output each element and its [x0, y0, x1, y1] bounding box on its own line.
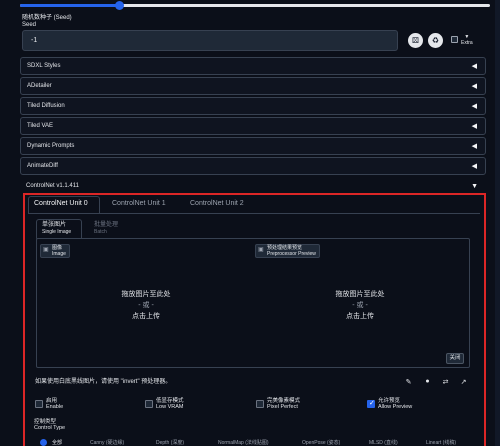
- swap-icon[interactable]: ⇄: [441, 378, 450, 386]
- accordion-animatediff[interactable]: AnimateDiff ◀: [20, 157, 486, 175]
- tab-divider: [28, 213, 480, 214]
- pixel-perfect-label: 完美像素模式 Pixel Perfect: [267, 398, 300, 410]
- control-type-label: 控制类型 Control Type: [34, 419, 65, 431]
- controlnet-header-label: ControlNet v1.1.411: [26, 183, 79, 189]
- enable-checkbox[interactable]: [35, 400, 43, 408]
- allow-preview-checkbox[interactable]: [367, 399, 375, 408]
- pixel-perfect-checkbox[interactable]: [256, 400, 264, 408]
- low-vram-checkbox[interactable]: [145, 400, 153, 408]
- accordion-label: Tiled Diffusion: [27, 103, 65, 109]
- checkbox-label-en: Allow Preview: [378, 404, 413, 410]
- image-tag-en: Image: [52, 250, 66, 257]
- accordion-adetailer[interactable]: ADetailer ◀: [20, 77, 486, 95]
- enable-label: 启用 Enable: [46, 398, 63, 410]
- steps-slider[interactable]: [20, 4, 490, 7]
- accordion-label: Tiled VAE: [27, 123, 54, 129]
- invert-hint-text: 如果使用白底黑线图片，请使用 "invert" 预处理器。: [35, 379, 172, 385]
- control-type-option[interactable]: OpenPose (姿态): [302, 439, 340, 446]
- accordion-label: ADetailer: [27, 83, 52, 89]
- drop-text-line1: 拖放图片至此处: [335, 291, 385, 298]
- control-type-option[interactable]: Lineart (线稿): [426, 439, 456, 446]
- camera-icon[interactable]: ●: [423, 378, 432, 385]
- slider-fill: [20, 4, 120, 7]
- subtab-batch[interactable]: 批量处理 Batch: [94, 222, 118, 236]
- control-type-label-en: Control Type: [34, 425, 66, 431]
- subtab-label-cn: 单张图片: [42, 222, 67, 228]
- preview-tag-en: Preprocessor Preview: [267, 250, 316, 257]
- seed-label: 随机数种子 (Seed) Seed: [22, 15, 72, 29]
- triangle-left-icon: ◀: [471, 83, 477, 90]
- upload-drop-zone-right[interactable]: 拖放图片至此处 - 或 - 点击上传: [310, 289, 410, 322]
- low-vram-label: 低显存模式 Low VRAM: [156, 398, 184, 410]
- drop-text-or: - 或 -: [138, 302, 154, 309]
- edit-icon[interactable]: ✎: [404, 378, 413, 386]
- tab-controlnet-unit-0[interactable]: ControlNet Unit 0: [34, 200, 88, 207]
- extra-toggle[interactable]: ▼ Extra: [461, 34, 473, 46]
- preprocessor-preview-tag: ▣ 预处理结果预览 Preprocessor Preview: [255, 244, 320, 258]
- control-type-option[interactable]: Depth (深度): [156, 439, 184, 446]
- accordion-sdxl-styles[interactable]: SDXL Styles ◀: [20, 57, 486, 75]
- tab-controlnet-unit-1[interactable]: ControlNet Unit 1: [112, 200, 166, 207]
- close-button[interactable]: 关闭: [446, 353, 464, 364]
- drop-text-line1: 拖放图片至此处: [121, 291, 171, 298]
- recycle-icon: ♻: [431, 36, 440, 45]
- accordion-controlnet[interactable]: ControlNet v1.1.411 ▼: [20, 180, 486, 194]
- triangle-left-icon: ◀: [471, 63, 477, 70]
- seed-label-cn: 随机数种子 (Seed): [22, 15, 72, 21]
- triangle-down-icon: ▼: [471, 183, 478, 190]
- subtab-label-cn: 批量处理: [94, 222, 119, 228]
- seed-input[interactable]: -1: [22, 30, 398, 51]
- page-scrollbar[interactable]: [495, 0, 500, 446]
- accordion-label: AnimateDiff: [27, 163, 58, 169]
- image-tag: ▣ 图像 Image: [40, 244, 70, 258]
- control-type-option[interactable]: NormalMap (法线贴图): [218, 439, 269, 446]
- dice-button[interactable]: ⚄: [408, 33, 423, 48]
- slider-thumb[interactable]: [115, 1, 124, 10]
- drop-text-upload: 点击上传: [132, 313, 160, 320]
- accordion-label: Dynamic Prompts: [27, 143, 75, 149]
- triangle-left-icon: ◀: [471, 103, 477, 110]
- recycle-button[interactable]: ♻: [428, 33, 443, 48]
- drop-text-upload: 点击上传: [346, 313, 374, 320]
- control-type-option[interactable]: 全部: [52, 439, 62, 446]
- subtab-label-en: Batch: [94, 229, 107, 235]
- extra-label: Extra: [461, 40, 473, 46]
- allow-preview-label: 允许预览 Allow Preview: [378, 398, 412, 410]
- accordion-tiled-diffusion[interactable]: Tiled Diffusion ◀: [20, 97, 486, 115]
- control-type-option[interactable]: MLSD (直线): [369, 439, 398, 446]
- drop-text-or: - 或 -: [352, 302, 368, 309]
- upload-drop-zone-left[interactable]: 拖放图片至此处 - 或 - 点击上传: [96, 289, 196, 322]
- accordion-dynamic-prompts[interactable]: Dynamic Prompts ◀: [20, 137, 486, 155]
- tab-controlnet-unit-2[interactable]: ControlNet Unit 2: [190, 200, 244, 207]
- radio-selected-icon[interactable]: [40, 439, 47, 446]
- checkbox-label-en: Enable: [46, 404, 64, 410]
- checkbox-label-en: Pixel Perfect: [267, 404, 298, 410]
- control-type-radio-group[interactable]: 全部 Canny (硬边缘) Depth (深度) NormalMap (法线贴…: [34, 436, 474, 446]
- checkbox-label-en: Low VRAM: [156, 404, 184, 410]
- dice-icon: ⚄: [412, 36, 419, 45]
- subtab-single-image[interactable]: 单张图片 Single Image: [42, 222, 71, 236]
- send-icon[interactable]: ↗: [459, 378, 468, 386]
- extra-checkbox[interactable]: [451, 36, 458, 43]
- triangle-left-icon: ◀: [471, 143, 477, 150]
- subtab-label-en: Single Image: [42, 229, 72, 235]
- image-icon: ▣: [258, 247, 264, 253]
- triangle-left-icon: ◀: [471, 123, 477, 130]
- seed-label-en: Seed: [22, 22, 37, 28]
- accordion-label: SDXL Styles: [27, 63, 61, 69]
- accordion-tiled-vae[interactable]: Tiled VAE ◀: [20, 117, 486, 135]
- control-type-option[interactable]: Canny (硬边缘): [90, 439, 124, 446]
- image-icon: ▣: [43, 247, 49, 253]
- triangle-left-icon: ◀: [471, 163, 477, 170]
